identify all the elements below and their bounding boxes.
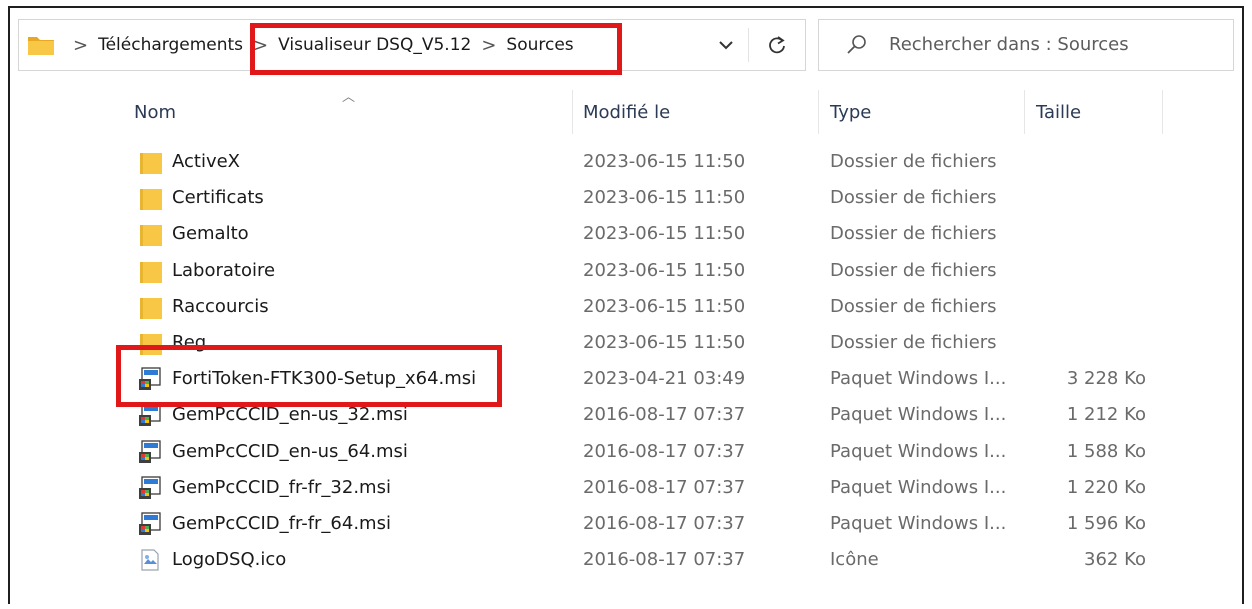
folder-icon — [140, 261, 162, 283]
column-divider[interactable] — [1162, 90, 1163, 134]
folder-icon — [140, 189, 162, 211]
breadcrumb: > Téléchargements > Visualiseur DSQ_V5.1… — [63, 20, 574, 70]
msi-installer-icon — [139, 476, 161, 499]
sort-ascending-icon: ︿ — [342, 90, 356, 105]
file-list: ActiveX 2023-06-15 11:50 Dossier de fich… — [10, 144, 1242, 578]
folder-icon — [140, 225, 162, 247]
column-divider[interactable] — [572, 90, 573, 134]
column-divider[interactable] — [818, 90, 819, 134]
refresh-icon[interactable] — [765, 33, 789, 57]
chevron-down-icon[interactable] — [714, 33, 738, 57]
address-bar[interactable]: > Téléchargements > Visualiseur DSQ_V5.1… — [18, 19, 806, 71]
list-item[interactable]: FortiToken-FTK300-Setup_x64.msi 2023-04-… — [10, 361, 1242, 397]
file-explorer-window: > Téléchargements > Visualiseur DSQ_V5.1… — [8, 6, 1244, 604]
chevron-right-icon: > — [73, 34, 89, 56]
column-header-modified[interactable]: Modifié le — [583, 90, 670, 136]
chevron-right-icon: > — [253, 34, 269, 56]
list-item[interactable]: GemPcCCID_fr-fr_64.msi 2016-08-17 07:37 … — [10, 506, 1242, 542]
ico-file-icon — [141, 549, 159, 571]
folder-icon — [28, 37, 54, 55]
column-header-type[interactable]: Type — [830, 90, 871, 136]
folder-icon — [140, 153, 162, 174]
msi-installer-icon — [139, 512, 161, 535]
column-divider[interactable] — [1024, 90, 1025, 134]
column-header-row: Nom ︿ Modifié le Type Taille — [10, 90, 1242, 136]
folder-icon — [140, 333, 162, 355]
column-header-size[interactable]: Taille — [1036, 90, 1081, 136]
msi-installer-icon — [139, 403, 161, 427]
chevron-right-icon: > — [481, 34, 497, 56]
search-icon — [847, 35, 866, 54]
search-box[interactable]: Rechercher dans : Sources — [818, 19, 1234, 71]
list-item[interactable]: LogoDSQ.ico 2016-08-17 07:37 Icône 362 K… — [10, 542, 1242, 578]
list-item[interactable]: GemPcCCID_fr-fr_32.msi 2016-08-17 07:37 … — [10, 470, 1242, 506]
search-placeholder[interactable]: Rechercher dans : Sources — [889, 20, 1129, 70]
list-item[interactable]: Raccourcis 2023-06-15 11:50 Dossier de f… — [10, 289, 1242, 325]
list-item[interactable]: Reg 2023-06-15 11:50 Dossier de fichiers — [10, 325, 1242, 361]
list-item[interactable]: Certificats 2023-06-15 11:50 Dossier de … — [10, 180, 1242, 216]
list-item[interactable]: GemPcCCID_en-us_64.msi 2016-08-17 07:37 … — [10, 434, 1242, 470]
list-item[interactable]: ActiveX 2023-06-15 11:50 Dossier de fich… — [10, 144, 1242, 180]
column-header-name[interactable]: Nom — [134, 90, 176, 136]
folder-icon — [140, 297, 162, 319]
breadcrumb-item-telechargements[interactable]: Téléchargements — [98, 35, 243, 55]
list-item[interactable]: Gemalto 2023-06-15 11:50 Dossier de fich… — [10, 216, 1242, 252]
msi-installer-icon — [139, 439, 161, 463]
msi-installer-icon — [139, 367, 161, 391]
divider — [748, 28, 749, 62]
breadcrumb-item-visualiseur[interactable]: Visualiseur DSQ_V5.12 — [278, 35, 471, 55]
list-item[interactable]: GemPcCCID_en-us_32.msi 2016-08-17 07:37 … — [10, 397, 1242, 433]
breadcrumb-item-sources[interactable]: Sources — [506, 35, 573, 55]
list-item[interactable]: Laboratoire 2023-06-15 11:50 Dossier de … — [10, 253, 1242, 289]
navigation-bar: > Téléchargements > Visualiseur DSQ_V5.1… — [10, 8, 1242, 88]
